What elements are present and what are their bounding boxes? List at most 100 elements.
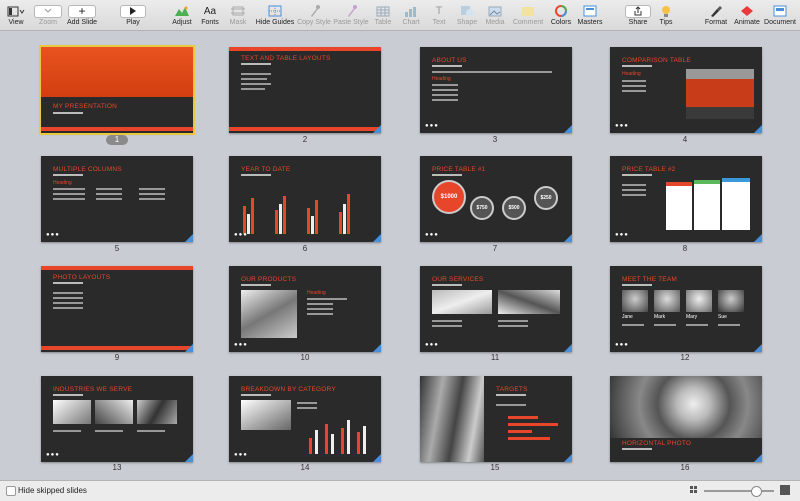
format-button[interactable]: Format — [702, 2, 730, 29]
text-icon: T — [435, 5, 443, 17]
slide-thumbnail-10[interactable]: OUR PRODUCTS Heading ●●● — [229, 266, 381, 352]
slide-thumbnail-8[interactable]: PRICE TABLE #2 ●●● — [610, 156, 762, 242]
subtitle-line — [622, 448, 652, 450]
text-line — [622, 85, 646, 87]
slide-thumbnail-13[interactable]: INDUSTRIES WE SERVE ●●● — [41, 376, 193, 462]
chart-bar — [331, 434, 334, 454]
zoom-button[interactable]: Zoom — [33, 2, 63, 29]
horizontal-photo — [610, 376, 762, 438]
zoom-slider-thumb[interactable] — [751, 486, 762, 497]
paintbrush-icon — [702, 4, 730, 18]
slide-thumbnail-9[interactable]: PHOTO LAYOUTS — [41, 266, 193, 352]
slide-thumbnail-6[interactable]: YEAR TO DATE ●●● — [229, 156, 381, 242]
subtitle-line — [53, 282, 83, 284]
slide-thumbnail-16[interactable]: HORIZONTAL PHOTO — [610, 376, 762, 462]
text-line — [96, 198, 122, 200]
view-button[interactable]: View — [4, 2, 28, 29]
adjust-button[interactable]: Adjust — [170, 2, 194, 29]
copy-style-button[interactable]: Copy Style — [297, 2, 331, 29]
hide-skipped-label: Hide skipped slides — [18, 486, 87, 495]
team-photo — [654, 290, 680, 312]
comment-button[interactable]: Comment — [511, 2, 545, 29]
slide-corner — [373, 344, 381, 352]
slide-number: 14 — [300, 463, 310, 472]
chart-bar — [341, 428, 344, 454]
text-line — [139, 188, 165, 190]
animate-button[interactable]: Animate — [733, 2, 761, 29]
share-button[interactable]: Share — [625, 2, 651, 29]
slide-title: PHOTO LAYOUTS — [53, 274, 111, 281]
slide-title: INDUSTRIES WE SERVE — [53, 386, 133, 393]
play-button[interactable]: Play — [120, 2, 146, 29]
document-button[interactable]: Document — [764, 2, 796, 29]
slide-number: 9 — [114, 353, 120, 362]
table-button[interactable]: Table — [371, 2, 395, 29]
chart-bar — [347, 420, 350, 454]
hide-skipped-checkbox[interactable] — [6, 486, 16, 496]
chart-bar — [283, 196, 286, 234]
heading-text: Heading — [53, 180, 72, 186]
shape-button[interactable]: Shape — [455, 2, 479, 29]
table-header — [686, 69, 754, 79]
text-line — [297, 402, 317, 404]
text-line — [53, 430, 81, 432]
slide-thumbnail-15[interactable]: TARGETS — [420, 376, 572, 462]
slide-number: 10 — [300, 353, 310, 362]
slide-thumbnail-3[interactable]: ABOUT US Heading ●●● — [420, 47, 572, 133]
text-line — [498, 325, 528, 327]
slide-corner — [754, 125, 762, 133]
hide-guides-button[interactable]: Hide Guides — [255, 2, 295, 29]
paste-style-button[interactable]: Paste Style — [333, 2, 369, 29]
slide-thumbnail-2[interactable]: TEXT AND TABLE LAYOUTS — [229, 47, 381, 133]
slide-thumbnail-5[interactable]: MULTIPLE COLUMNS Heading ●●● — [41, 156, 193, 242]
heading-text: Heading — [432, 76, 451, 82]
subtitle-line — [53, 394, 83, 396]
zoom-slider-track[interactable] — [704, 490, 774, 492]
colors-button[interactable]: Colors — [548, 2, 574, 29]
service-photo — [432, 290, 492, 314]
slide-dots: ●●● — [425, 232, 439, 238]
text-line — [307, 298, 347, 300]
chart-button[interactable]: Chart — [399, 2, 423, 29]
price-circle: $750 — [470, 196, 494, 220]
slide-title: TARGETS — [496, 386, 528, 393]
slide-number-selected: 1 — [106, 135, 128, 145]
accent-bar — [229, 127, 381, 131]
tips-button[interactable]: Tips — [654, 2, 678, 29]
slide-dots: ●●● — [234, 232, 248, 238]
add-slide-button[interactable]: + Add Slide — [66, 2, 98, 29]
slide-thumbnail-14[interactable]: BREAKDOWN BY CATEGORY ●●● — [229, 376, 381, 462]
slide-corner — [373, 234, 381, 242]
text-line — [139, 193, 165, 195]
team-name: Mary — [686, 314, 698, 320]
slide-number: 7 — [492, 244, 498, 253]
text-button[interactable]: T Text — [427, 2, 451, 29]
mask-button[interactable]: Mask — [227, 2, 249, 29]
subtitle-line — [432, 284, 462, 286]
slide-thumbnail-7[interactable]: PRICE TABLE #1 $1000 $750 $500 $250 ●●● — [420, 156, 572, 242]
masters-button[interactable]: Masters — [577, 2, 603, 29]
text-line — [718, 324, 740, 326]
shape-icon — [455, 4, 479, 18]
share-icon — [625, 4, 651, 18]
slide-thumbnail-11[interactable]: OUR SERVICES ●●● — [420, 266, 572, 352]
industry-photo — [95, 400, 133, 424]
slide-thumbnail-4[interactable]: COMPARISON TABLE Heading ●●● — [610, 47, 762, 133]
table-footer — [686, 107, 754, 119]
slide-dots: ●●● — [615, 342, 629, 348]
text-line — [622, 194, 646, 196]
grid-large-icon — [780, 485, 790, 497]
slide-corner — [185, 234, 193, 242]
text-line — [622, 90, 646, 92]
comment-icon — [511, 4, 545, 18]
chart-bar — [325, 424, 328, 454]
fonts-button[interactable]: Aa Fonts — [199, 2, 221, 29]
text-line — [307, 308, 333, 310]
slide-thumbnail-1[interactable]: MY PRESENTATION — [39, 45, 195, 135]
title-band — [41, 47, 193, 97]
media-button[interactable]: Media — [483, 2, 507, 29]
slide-thumbnail-12[interactable]: MEET THE TEAM Jane Mark Mary Sue ●●● — [610, 266, 762, 352]
text-line — [432, 325, 462, 327]
text-line — [496, 404, 526, 406]
chart-bar — [343, 204, 346, 234]
